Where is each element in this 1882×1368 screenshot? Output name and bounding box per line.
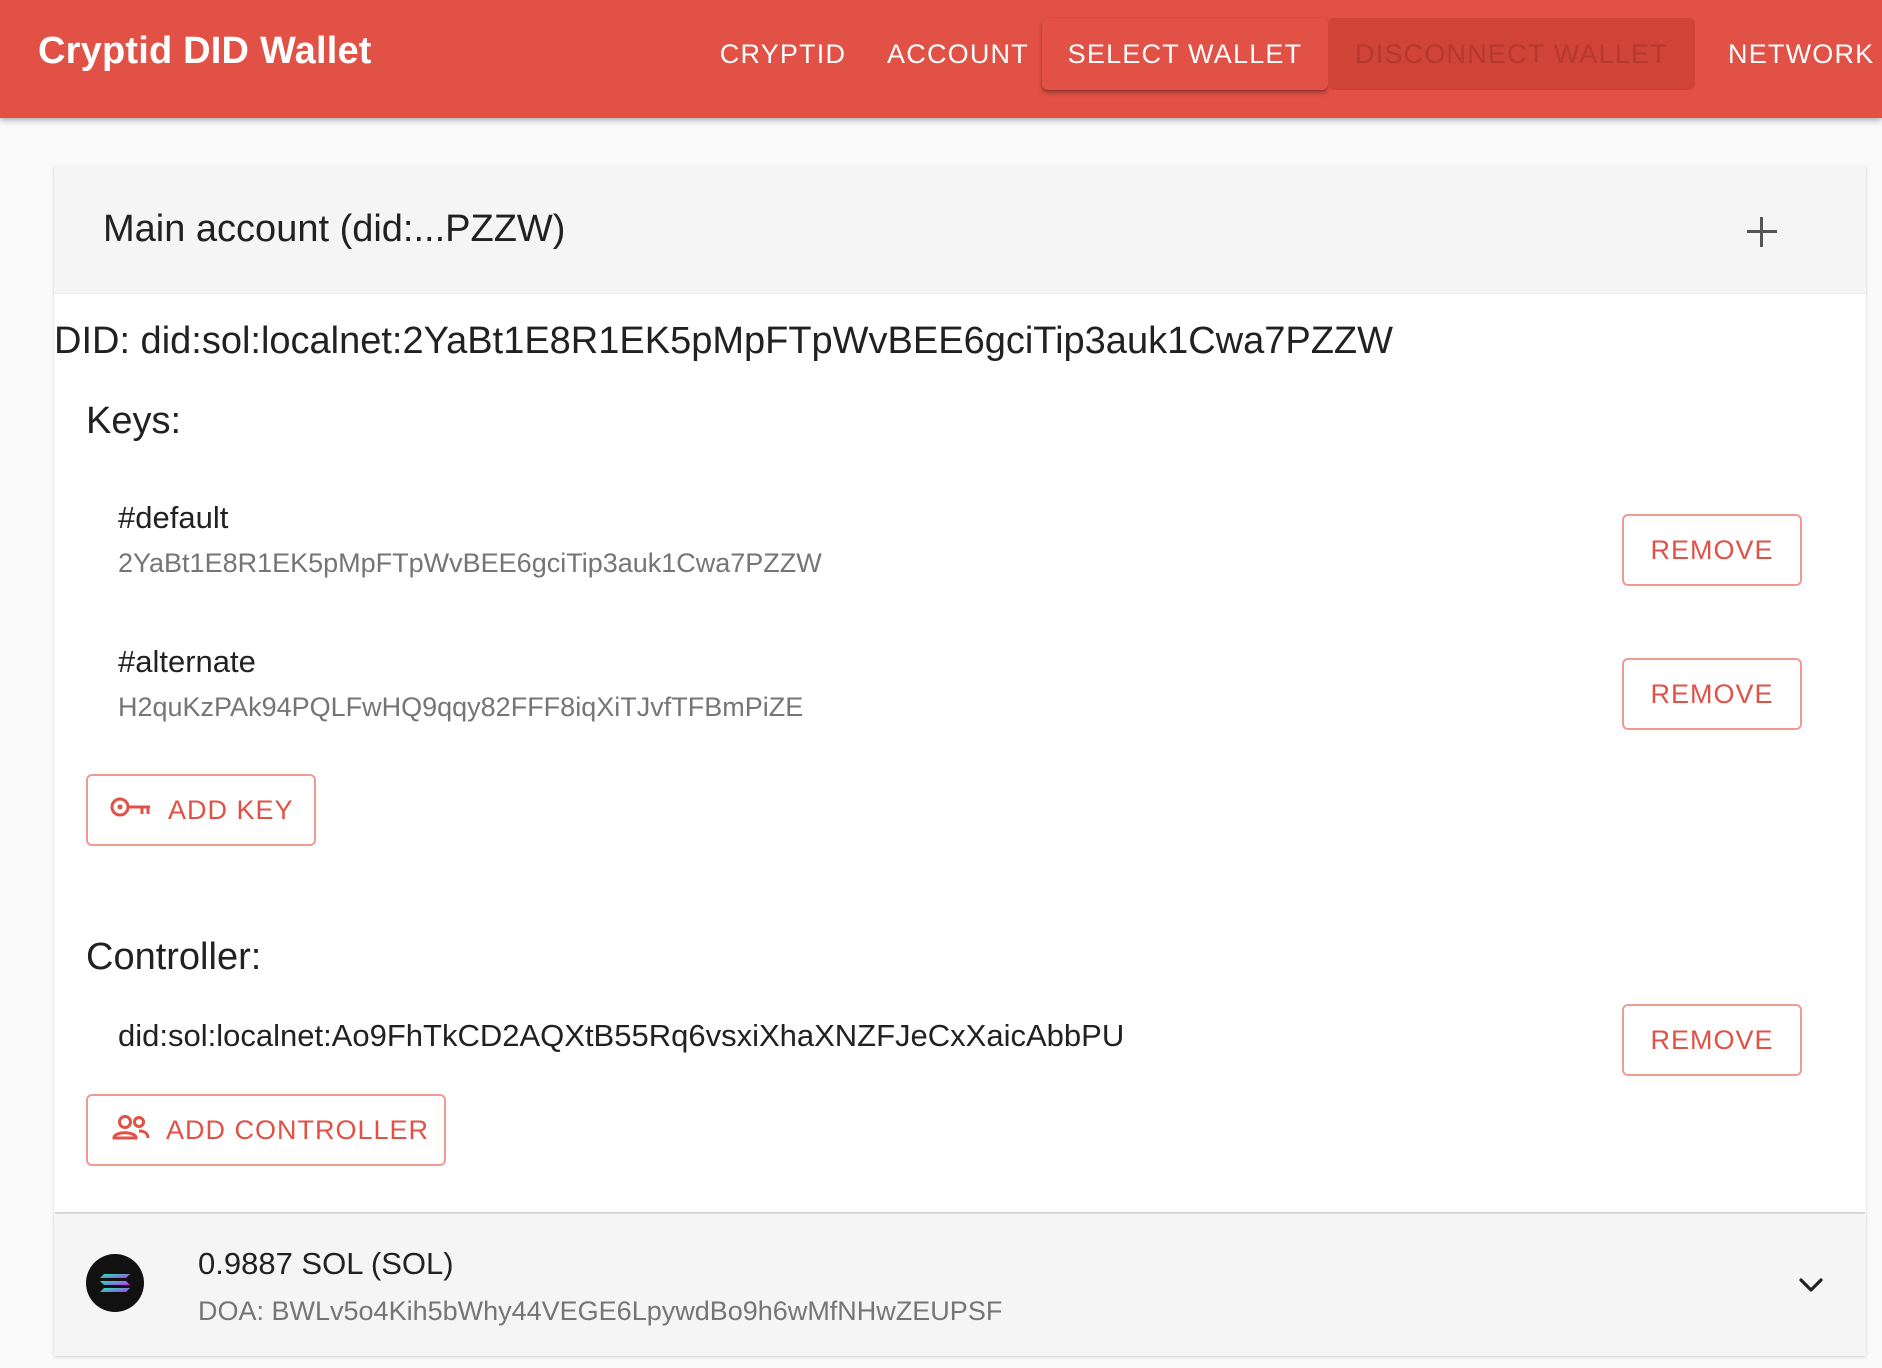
token-amount: 0.9887 SOL (SOL): [198, 1246, 454, 1281]
key-value: H2quKzPAk94PQLFwHQ9qqy82FFF8iqXiTJvfTFBm…: [118, 692, 804, 722]
solana-logo-icon: [86, 1254, 144, 1312]
chevron-down-icon[interactable]: [1794, 1268, 1828, 1302]
account-accordion-header[interactable]: Main account (did:...PZZW): [54, 166, 1866, 294]
add-key-label: ADD KEY: [168, 794, 294, 825]
did-identifier: DID: did:sol:localnet:2YaBt1E8R1EK5pMpFT…: [54, 320, 1393, 362]
key-icon: [110, 795, 152, 826]
app-title: Cryptid DID Wallet: [38, 30, 372, 72]
add-controller-button[interactable]: ADD CONTROLLER: [86, 1094, 446, 1166]
disconnect-wallet-button[interactable]: DISCONNECT WALLET: [1328, 18, 1695, 90]
plus-icon[interactable]: [1744, 214, 1780, 250]
people-icon: [112, 1114, 150, 1147]
controller-section: Controller: did:sol:localnet:Ao9FhTkCD2A…: [54, 894, 1866, 1212]
key-name: #alternate: [118, 644, 256, 679]
key-name: #default: [118, 500, 229, 535]
remove-key-button[interactable]: REMOVE: [1622, 514, 1802, 586]
account-card: Main account (did:...PZZW) DID: did:sol:…: [54, 166, 1866, 1356]
nav-cryptid-button[interactable]: CRYPTID: [716, 18, 850, 90]
app-bar: Cryptid DID Wallet CRYPTID ACCOUNT SELEC…: [0, 0, 1882, 118]
network-button[interactable]: NETWORK: [1712, 18, 1882, 90]
token-accordion-row[interactable]: 0.9887 SOL (SOL) DOA: BWLv5o4Kih5bWhy44V…: [54, 1214, 1866, 1356]
account-title: Main account (did:...PZZW): [103, 208, 566, 250]
keys-heading: Keys:: [86, 400, 182, 442]
add-controller-label: ADD CONTROLLER: [166, 1114, 430, 1145]
key-value: 2YaBt1E8R1EK5pMpFTpWvBEE6gciTip3auk1Cwa7…: [118, 548, 822, 578]
nav-account-button[interactable]: ACCOUNT: [882, 18, 1034, 90]
controller-value: did:sol:localnet:Ao9FhTkCD2AQXtB55Rq6vsx…: [118, 1018, 1125, 1053]
remove-key-button[interactable]: REMOVE: [1622, 658, 1802, 730]
select-wallet-button[interactable]: SELECT WALLET: [1042, 18, 1328, 90]
controller-heading: Controller:: [86, 936, 262, 978]
keys-section: DID: did:sol:localnet:2YaBt1E8R1EK5pMpFT…: [54, 294, 1866, 894]
token-doa-address: DOA: BWLv5o4Kih5bWhy44VEGE6LpywdBo9h6wMf…: [198, 1296, 1003, 1326]
remove-controller-button[interactable]: REMOVE: [1622, 1004, 1802, 1076]
add-key-button[interactable]: ADD KEY: [86, 774, 316, 846]
